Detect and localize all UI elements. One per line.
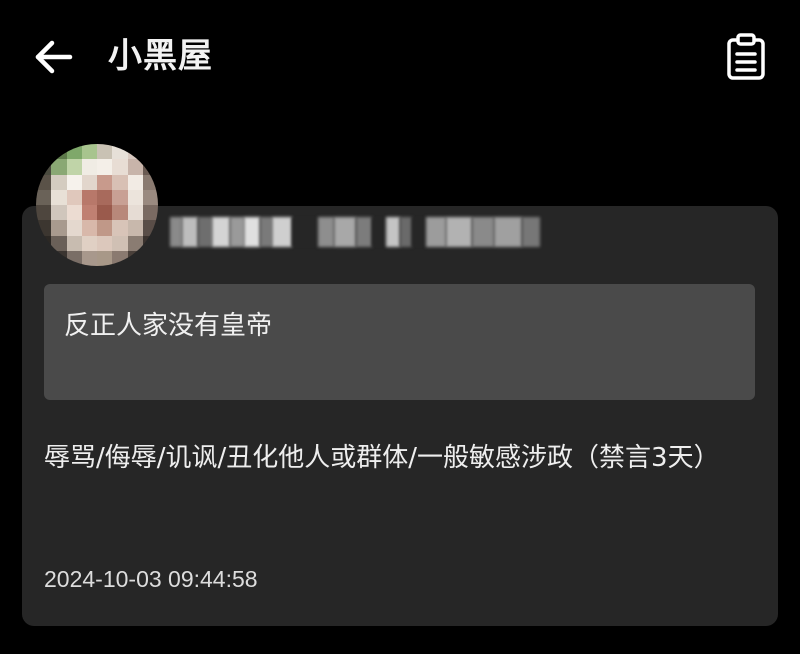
avatar-pixelated-image xyxy=(36,144,158,266)
page-title: 小黑屋 xyxy=(108,36,213,76)
comment-box: 反正人家没有皇帝 xyxy=(44,284,755,400)
top-app-bar: 小黑屋 xyxy=(0,0,800,112)
user-avatar[interactable] xyxy=(36,144,158,266)
ban-reason: 辱骂/侮辱/讥讽/丑化他人或群体/一般敏感涉政（禁言3天） xyxy=(44,443,720,473)
ban-timestamp: 2024-10-03 09:44:58 xyxy=(44,566,258,592)
arrow-left-icon xyxy=(35,40,73,74)
clipboard-list-icon xyxy=(727,33,765,80)
back-button[interactable] xyxy=(30,34,76,80)
blacklist-screen: 小黑屋 反正人家没有皇帝 辱骂/侮辱/讥讽/丑化他人或群体/一般敏感涉政（禁言3… xyxy=(0,0,800,654)
username-blurred xyxy=(170,212,540,252)
comment-text: 反正人家没有皇帝 xyxy=(64,311,273,341)
clipboard-button[interactable] xyxy=(722,32,770,82)
